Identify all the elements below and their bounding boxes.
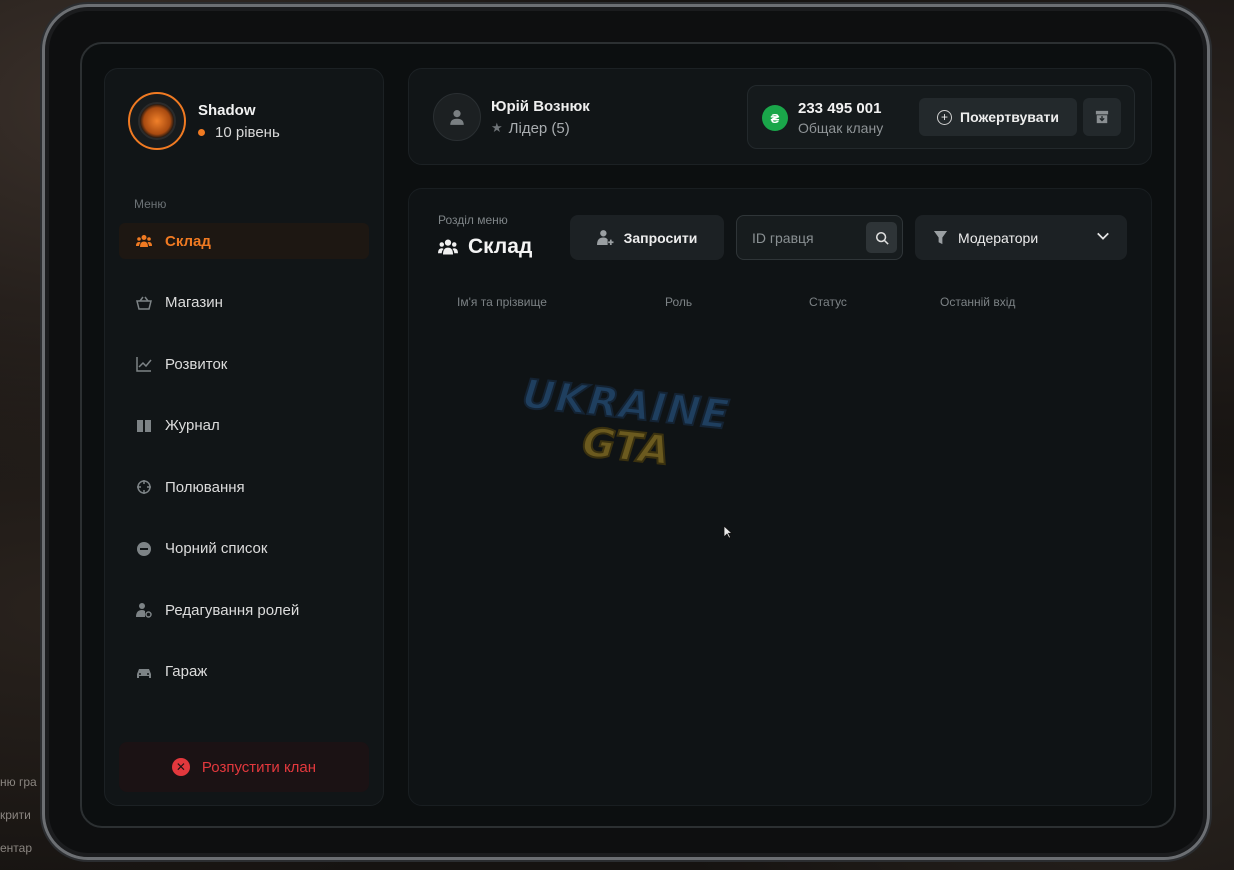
column-header-last-login: Останній вхід: [940, 295, 1016, 309]
invite-button[interactable]: Запросити: [570, 215, 724, 260]
sidebar-item-role-editing[interactable]: Редагування ролей: [119, 592, 369, 628]
sidebar-item-shop[interactable]: Магазин: [119, 285, 369, 321]
hryvnia-icon: ₴: [762, 105, 788, 131]
clan-bank: ₴ 233 495 001 Общак клану + Пожертвувати: [747, 85, 1135, 149]
chevron-down-icon: [1096, 229, 1110, 243]
sidebar-item-label: Журнал: [165, 417, 220, 434]
bank-amount: 233 495 001: [798, 100, 882, 117]
sidebar-menu: Склад Магазин Розвиток Журнал Полювання …: [119, 223, 369, 715]
sidebar-item-hunting[interactable]: Полювання: [119, 469, 369, 505]
role-filter-select[interactable]: Модератори: [915, 215, 1127, 260]
leader-name: Юрій Вознюк: [491, 97, 590, 115]
player-id-search: [736, 215, 903, 260]
donate-button[interactable]: + Пожертвувати: [919, 98, 1077, 136]
section-caption: Розділ меню: [438, 213, 508, 227]
search-input[interactable]: [737, 216, 862, 259]
page-title: Склад: [438, 235, 532, 259]
sidebar-item-label: Склад: [165, 232, 211, 250]
clan-profile: Shadow 10 рівень: [128, 92, 280, 150]
members-icon: [438, 237, 458, 257]
background-text: крити: [0, 808, 31, 822]
clan-level: 10 рівень: [198, 124, 280, 141]
dissolve-clan-button[interactable]: ✕ Розпустити клан: [119, 742, 369, 792]
book-icon: [135, 417, 153, 435]
column-header-name: Ім'я та прізвище: [457, 295, 547, 309]
crosshair-icon: [135, 478, 153, 496]
chart-icon: [135, 355, 153, 373]
sidebar-item-garage[interactable]: Гараж: [119, 654, 369, 690]
header-card: Юрій Вознюк ★ Лідер (5) ₴ 233 495 001 Об…: [408, 68, 1152, 165]
page-title-text: Склад: [468, 235, 533, 258]
menu-caption: Меню: [134, 197, 167, 211]
dissolve-clan-label: Розпустити клан: [201, 758, 317, 776]
clan-logo: [128, 92, 186, 150]
mouse-cursor-icon: [723, 525, 733, 539]
search-button[interactable]: [866, 222, 897, 253]
leader-role: ★ Лідер (5): [491, 120, 590, 137]
blocked-icon: [135, 540, 153, 558]
column-header-status: Статус: [809, 295, 847, 309]
tablet-frame: Shadow 10 рівень Меню Склад Магазин Розв…: [42, 4, 1210, 860]
clan-level-text: 10 рівень: [215, 123, 280, 141]
leader-role-text: Лідер (5): [508, 119, 570, 137]
donate-label: Пожертвувати: [960, 109, 1059, 125]
members-icon: [135, 232, 153, 250]
archive-icon: [1095, 110, 1109, 124]
leader-info: Юрій Вознюк ★ Лідер (5): [433, 93, 590, 141]
sidebar-item-label: Гараж: [165, 663, 208, 680]
sidebar-item-label: Чорний список: [165, 540, 268, 557]
user-gear-icon: [135, 601, 153, 619]
sidebar-item-label: Магазин: [165, 294, 223, 311]
level-dot-icon: [198, 128, 205, 136]
role-filter-value: Модератори: [958, 229, 1039, 246]
sidebar-item-label: Редагування ролей: [165, 601, 300, 619]
sidebar-item-development[interactable]: Розвиток: [119, 346, 369, 382]
column-header-role: Роль: [665, 295, 693, 309]
user-icon: [450, 110, 464, 125]
ukraine-gta-watermark: UKRAINE GTA: [511, 370, 741, 495]
clan-panel-screen: Shadow 10 рівень Меню Склад Магазин Розв…: [80, 42, 1176, 828]
sidebar-item-blacklist[interactable]: Чорний список: [119, 531, 369, 567]
sidebar-item-journal[interactable]: Журнал: [119, 408, 369, 444]
close-icon: ✕: [171, 758, 190, 776]
star-icon: ★: [491, 120, 503, 135]
basket-icon: [135, 294, 153, 312]
clan-name: Shadow: [198, 101, 256, 119]
members-panel: Розділ меню Склад Запросити ID гравця Мо…: [408, 188, 1152, 806]
car-icon: [135, 663, 153, 681]
plus-circle-icon: +: [937, 109, 953, 125]
filter-icon: [933, 230, 948, 245]
avatar: [433, 93, 481, 141]
bank-label: Общак клану: [798, 120, 884, 136]
sidebar-item-members[interactable]: Склад: [119, 223, 369, 259]
members-table-header: Ім'я та прізвище Роль Статус Останній вх…: [409, 295, 1151, 315]
search-icon: [875, 231, 889, 245]
sidebar: Shadow 10 рівень Меню Склад Магазин Розв…: [104, 68, 384, 806]
add-user-icon: [596, 229, 614, 246]
sidebar-item-label: Полювання: [165, 478, 245, 496]
withdraw-button[interactable]: [1083, 98, 1121, 136]
background-text: ню гра: [0, 775, 37, 789]
sidebar-item-label: Розвиток: [165, 355, 228, 373]
invite-label: Запросити: [623, 229, 698, 246]
background-text: ентар: [0, 841, 33, 855]
